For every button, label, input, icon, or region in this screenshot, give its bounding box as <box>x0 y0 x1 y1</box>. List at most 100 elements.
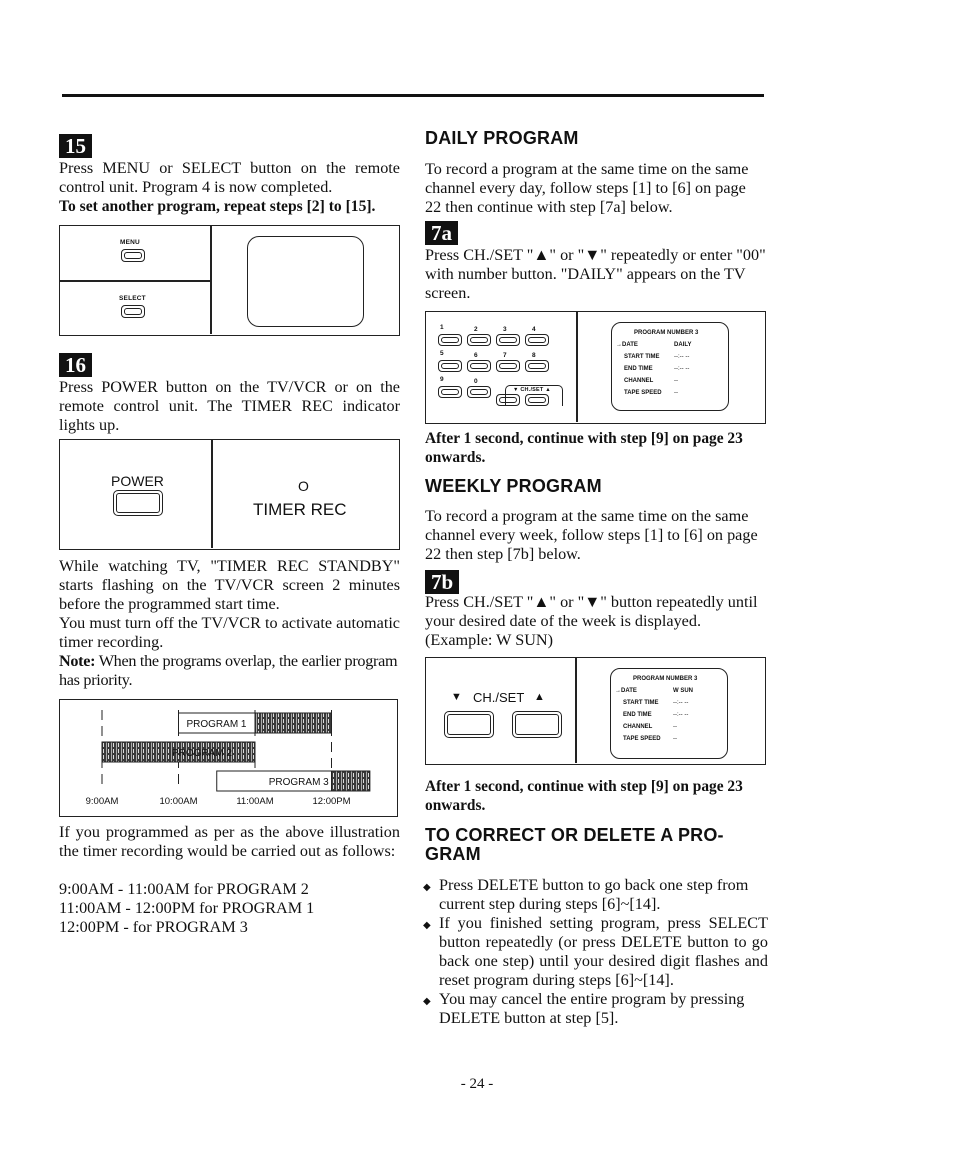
step-16-badge: 16 <box>59 353 92 377</box>
keypad-digit-label: 7 <box>503 352 507 359</box>
step-15-text: Press MENU or SELECT button on the remot… <box>59 159 400 196</box>
timeline-bar-label: PROGRAM 2 <box>172 748 232 759</box>
osd-label: CHANNEL <box>623 724 653 730</box>
illustration-text: If you programmed as per as the above il… <box>59 823 400 860</box>
osd-value: DAILY <box>674 342 692 348</box>
timeline-bar-label: PROGRAM 3 <box>269 777 329 788</box>
step-7b-number: 7b <box>425 570 460 594</box>
keypad-button-7[interactable] <box>496 360 520 372</box>
chset-up-button[interactable] <box>512 711 562 738</box>
keypad-button-5[interactable] <box>438 360 462 372</box>
figure-divider <box>210 226 212 334</box>
standby-text: While watching TV, "TIMER REC STANDBY" s… <box>59 557 400 613</box>
schedule-item: 12:00PM - for PROGRAM 3 <box>59 918 248 936</box>
select-button[interactable] <box>121 305 145 318</box>
osd-label: START TIME <box>624 354 660 360</box>
power-button[interactable] <box>113 490 163 516</box>
keypad-digit-label: 8 <box>532 352 536 359</box>
keypad-digit-label: 9 <box>440 376 444 383</box>
diamond-bullet-icon: ◆ <box>423 882 431 893</box>
osd-label: →DATE <box>616 342 638 348</box>
diamond-bullet-icon: ◆ <box>423 920 431 931</box>
schedule-item: 11:00AM - 12:00PM for PROGRAM 1 <box>59 899 315 917</box>
keypad-button-3[interactable] <box>496 334 520 346</box>
step-15-bold-text: To set another program, repeat steps [2]… <box>59 198 376 215</box>
keypad-button-6[interactable] <box>467 360 491 372</box>
schedule-item: 9:00AM - 11:00AM for PROGRAM 2 <box>59 880 309 898</box>
chset-down-button[interactable] <box>444 711 494 738</box>
diamond-bullet-icon: ◆ <box>423 996 431 1007</box>
timeline-tick-label: 9:00AM <box>86 796 119 807</box>
timer-rec-label: TIMER REC <box>253 500 347 519</box>
step-16-text: Press POWER button on the TV/VCR or on t… <box>59 378 400 434</box>
osd-value: -- <box>673 736 677 742</box>
osd-value: --:-- -- <box>673 700 689 706</box>
osd-value: -- <box>673 724 677 730</box>
step-16-number: 16 <box>59 353 92 377</box>
down-arrow-icon: ▼ <box>451 691 462 703</box>
heading-line: GRAM <box>425 844 481 864</box>
keypad-digit-label: 3 <box>503 326 507 333</box>
daily-after-text: After 1 second, continue with step [9] o… <box>425 430 743 466</box>
turn-off-text: You must turn off the TV/VCR to activate… <box>59 614 400 651</box>
osd-label: END TIME <box>623 712 652 718</box>
heading-line: TO CORRECT OR DELETE A PRO- <box>425 825 724 845</box>
tv-screen <box>247 236 364 327</box>
keypad-button-0[interactable] <box>467 386 491 398</box>
keypad-digit-label: 0 <box>474 378 478 385</box>
chset-label: CH./SET <box>473 690 525 705</box>
step-15-badge: 15 <box>59 134 92 158</box>
keypad-button-8[interactable] <box>525 360 549 372</box>
daily-osd-screen: PROGRAM NUMBER 3 →DATE DAILY START TIME --:-… <box>611 322 729 411</box>
bullet-item: ◆ If you finished setting program, press… <box>423 914 768 990</box>
up-arrow-icon: ▲ <box>534 691 545 703</box>
step-15-number: 15 <box>59 134 92 158</box>
header-rule <box>62 94 764 97</box>
menu-button[interactable] <box>121 249 145 262</box>
keypad-digit-label: 1 <box>440 324 444 331</box>
osd-value: -- <box>674 378 678 384</box>
step-7a-number: 7a <box>425 221 458 245</box>
note-text: Note: When the programs overlap, the ear… <box>59 652 400 690</box>
keypad-button-9[interactable] <box>438 386 462 398</box>
figure-divider <box>60 280 210 282</box>
step-7a-figure: 1234567890 ▼ CH./SET ▲ PROGRAM NUMBER 3 →… <box>425 311 766 424</box>
osd-label: →DATE <box>615 688 637 694</box>
daily-program-heading: DAILY PROGRAM <box>425 128 579 148</box>
bullet-text: Press DELETE button to go back one step … <box>439 876 749 913</box>
osd-value: --:-- -- <box>674 366 690 372</box>
step-15-figure: MENU SELECT <box>59 225 400 336</box>
weekly-program-heading: WEEKLY PROGRAM <box>425 476 602 496</box>
osd-label: CHANNEL <box>624 378 654 384</box>
page-number: - 24 - <box>460 1076 494 1092</box>
daily-intro: To record a program at the same time on … <box>425 160 749 216</box>
bullet-item: ◆ Press DELETE button to go back one ste… <box>423 876 768 914</box>
timeline-bar-label: PROGRAM 1 <box>186 719 246 730</box>
keypad-button-1[interactable] <box>438 334 462 346</box>
note-label: Note: <box>59 652 96 670</box>
osd-value: -- <box>674 390 678 396</box>
timeline-bar-recorded <box>254 712 332 734</box>
step-7b-figure: ▼ CH./SET ▲ PROGRAM NUMBER 3 →DATE W SUN ST… <box>425 657 766 765</box>
step-16-figure: POWER O TIMER REC <box>59 439 400 550</box>
osd-value: W SUN <box>673 688 693 694</box>
weekly-intro: To record a program at the same time on … <box>425 507 758 563</box>
timeline-tick-label: 11:00AM <box>236 796 273 807</box>
weekly-after-text: After 1 second, continue with step [9] o… <box>425 778 743 814</box>
chset-bracket <box>505 385 563 406</box>
osd-label: END TIME <box>624 366 653 372</box>
correct-delete-bullets: ◆ Press DELETE button to go back one ste… <box>423 876 768 1028</box>
bullet-text: You may cancel the entire program by pre… <box>439 990 745 1027</box>
step-7b-badge: 7b <box>425 570 460 594</box>
correct-delete-heading: TO CORRECT OR DELETE A PRO- GRAM <box>425 826 770 864</box>
timer-rec-indicator-icon: O <box>298 478 309 494</box>
menu-label: MENU <box>120 239 140 246</box>
timeline-tick-label: 12:00PM <box>312 796 350 807</box>
keypad-button-4[interactable] <box>525 334 549 346</box>
step-7b-text: Press CH./SET "▲" or "▼" button repeated… <box>425 593 758 649</box>
timeline-svg: 9:00AM 10:00AM 11:00AM 12:00PM PROGRAM 1 PROG… <box>86 710 371 807</box>
bullet-text: If you finished setting program, press S… <box>439 914 768 989</box>
osd-label: TAPE SPEED <box>623 736 661 742</box>
keypad-button-2[interactable] <box>467 334 491 346</box>
osd-value: --:-- -- <box>674 354 690 360</box>
